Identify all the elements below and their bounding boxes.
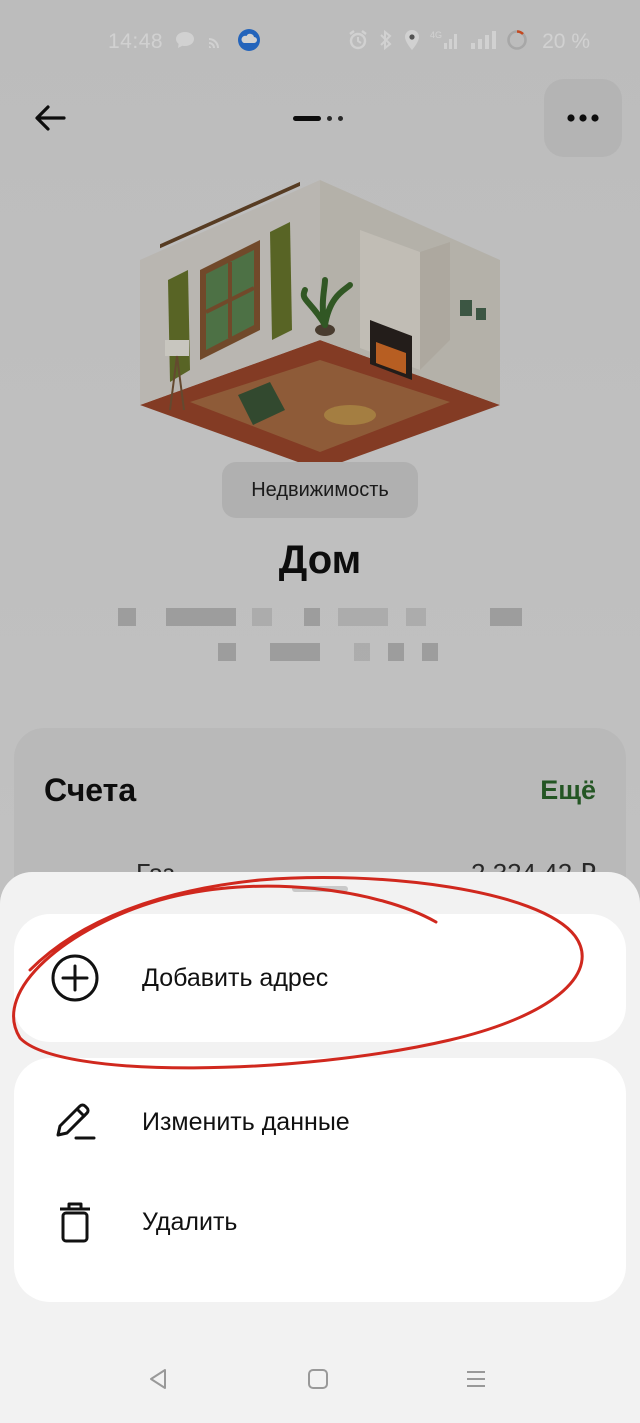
primary-action-group: Добавить адрес — [14, 914, 626, 1042]
delete-label: Удалить — [142, 1207, 238, 1236]
secondary-action-group: Изменить данные Удалить — [14, 1058, 626, 1302]
sheet-handle[interactable] — [292, 886, 348, 892]
trash-icon — [50, 1197, 100, 1247]
edit-data-label: Изменить данные — [142, 1107, 350, 1136]
nav-home-button[interactable] — [298, 1359, 338, 1399]
edit-data-button[interactable]: Изменить данные — [14, 1082, 626, 1162]
add-address-button[interactable]: Добавить адрес — [14, 938, 626, 1018]
delete-button[interactable]: Удалить — [14, 1182, 626, 1262]
plus-circle-icon — [50, 953, 100, 1003]
menu-lines-icon — [467, 1371, 485, 1387]
system-nav-bar — [0, 1345, 640, 1423]
add-address-label: Добавить адрес — [142, 963, 329, 992]
edit-pencil-icon — [50, 1097, 100, 1147]
nav-menu-button[interactable] — [456, 1359, 496, 1399]
screen: 14:48 4G 20 % Недвижимость Дом Счета Ещё… — [0, 0, 640, 1423]
home-square-icon — [308, 1369, 328, 1389]
back-triangle-icon — [150, 1369, 166, 1389]
nav-back-button[interactable] — [138, 1359, 178, 1399]
